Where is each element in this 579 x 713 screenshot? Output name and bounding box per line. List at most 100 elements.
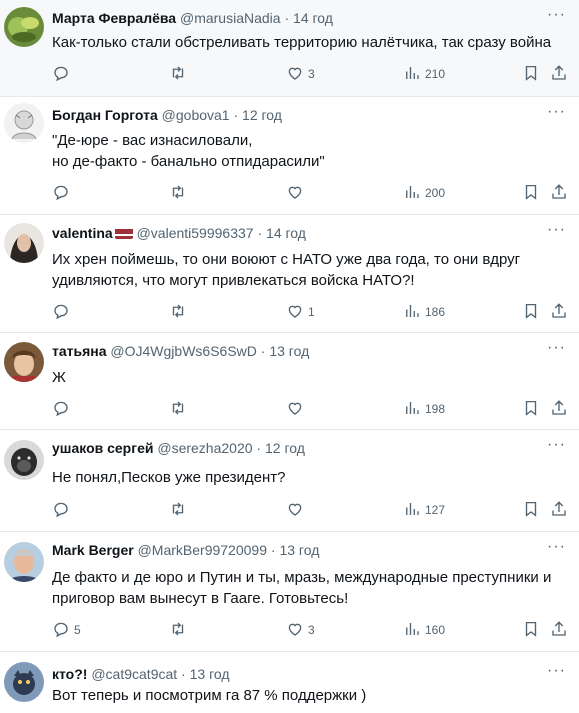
views-button[interactable]: 160 [403,620,445,640]
views-button[interactable]: 127 [403,500,445,520]
avatar[interactable] [4,223,44,263]
tweet[interactable]: Марта Февралёва @marusiaNadia · 14 год ·… [0,0,579,97]
share-icon [550,620,568,641]
share-button[interactable] [550,64,568,84]
retweet-icon [169,64,187,85]
action-bar: 198 [52,399,579,419]
author-name[interactable]: Богдан Горгота [52,107,158,123]
timestamp[interactable]: 13 год [279,542,319,558]
more-dots-icon[interactable]: ··· [547,222,565,239]
more-dots-icon[interactable]: ··· [547,437,565,454]
separator: · [284,10,290,26]
share-button[interactable] [550,620,568,640]
bookmark-button[interactable] [522,183,540,203]
more-dots-icon[interactable]: ··· [547,539,565,556]
share-button[interactable] [550,500,568,520]
views-bar-chart-icon [403,500,421,521]
tweet-header: кто?! @cat9cat9cat · 13 год [52,665,539,683]
author-handle[interactable]: @valenti59996337 [137,225,254,241]
views-button[interactable]: 198 [403,399,445,419]
separator: · [256,440,262,456]
views-bar-chart-icon [403,64,421,85]
like-button[interactable] [286,399,308,419]
author-handle[interactable]: @serezha2020 [157,440,252,456]
share-button[interactable] [550,399,568,419]
timestamp[interactable]: 13 год [190,666,230,682]
author-name[interactable]: Mark Berger [52,542,134,558]
retweet-button[interactable] [169,399,191,419]
timestamp[interactable]: 14 год [266,225,306,241]
timestamp[interactable]: 12 год [265,440,305,456]
like-button[interactable] [286,183,308,203]
tweet[interactable]: ушаков сергей @serezha2020 · 12 год ··· … [0,430,579,532]
author-handle[interactable]: @OJ4WgjbWs6S6SwD [110,343,256,359]
bookmark-button[interactable] [522,500,540,520]
author-name[interactable]: Марта Февралёва [52,10,176,26]
views-button[interactable]: 200 [403,183,445,203]
reply-icon [52,500,70,521]
retweet-icon [169,183,187,204]
tweet[interactable]: Богдан Горгота @gobova1 · 12 год ··· "Де… [0,97,579,215]
share-icon [550,302,568,323]
author-name[interactable]: кто?! [52,666,87,682]
retweet-button[interactable] [169,302,191,322]
more-dots-icon[interactable]: ··· [547,663,565,680]
views-bar-chart-icon [403,302,421,323]
share-button[interactable] [550,302,568,322]
timestamp[interactable]: 13 год [269,343,309,359]
reply-button[interactable]: 5 [52,620,81,640]
reply-button[interactable] [52,399,74,419]
bookmark-button[interactable] [522,302,540,322]
more-dots-icon[interactable]: ··· [547,340,565,357]
like-button[interactable]: 1 [286,302,315,322]
retweet-button[interactable] [169,64,191,84]
bookmark-button[interactable] [522,64,540,84]
author-name[interactable]: valentina [52,225,113,241]
tweet[interactable]: татьяна @OJ4WgjbWs6S6SwD · 13 год ··· Ж … [0,333,579,430]
author-handle[interactable]: @cat9cat9cat [91,666,177,682]
tweet-text: Не понял,Песков уже президент? [52,469,286,486]
share-button[interactable] [550,183,568,203]
retweet-button[interactable] [169,183,191,203]
views-button[interactable]: 186 [403,302,445,322]
avatar[interactable] [4,342,44,382]
retweet-icon [169,500,187,521]
avatar[interactable] [4,7,44,47]
reply-icon [52,183,70,204]
author-name[interactable]: ушаков сергей [52,440,153,456]
like-button[interactable]: 3 [286,620,315,640]
author-handle[interactable]: @MarkBer99720099 [138,542,267,558]
latvia-flag-icon [114,227,133,239]
timestamp[interactable]: 12 год [242,107,282,123]
heart-icon [286,302,304,323]
retweet-icon [169,399,187,420]
retweet-button[interactable] [169,620,191,640]
like-button[interactable]: 3 [286,64,315,84]
reply-button[interactable] [52,183,74,203]
avatar[interactable] [4,542,44,582]
bookmark-button[interactable] [522,620,540,640]
more-dots-icon[interactable]: ··· [547,104,565,121]
timestamp[interactable]: 14 год [293,10,333,26]
author-handle[interactable]: @marusiaNadia [180,10,281,26]
tweet[interactable]: valentina @valenti59996337 · 14 год ··· … [0,215,579,333]
tweet[interactable]: кто?! @cat9cat9cat · 13 год ··· Вот тепе… [0,652,579,713]
author-handle[interactable]: @gobova1 [162,107,230,123]
tweet[interactable]: Mark Berger @MarkBer99720099 · 13 год ··… [0,532,579,652]
avatar[interactable] [4,440,44,480]
avatar[interactable] [4,662,44,702]
heart-icon [286,500,304,521]
retweet-button[interactable] [169,500,191,520]
reply-button[interactable] [52,500,74,520]
views-button[interactable]: 210 [403,64,445,84]
more-dots-icon[interactable]: ··· [547,7,565,24]
heart-icon [286,399,304,420]
reply-button[interactable] [52,64,74,84]
like-button[interactable] [286,500,308,520]
bookmark-icon [522,183,540,204]
reply-button[interactable] [52,302,74,322]
avatar[interactable] [4,103,44,143]
bookmark-button[interactable] [522,399,540,419]
views-bar-chart-icon [403,399,421,420]
author-name[interactable]: татьяна [52,343,107,359]
